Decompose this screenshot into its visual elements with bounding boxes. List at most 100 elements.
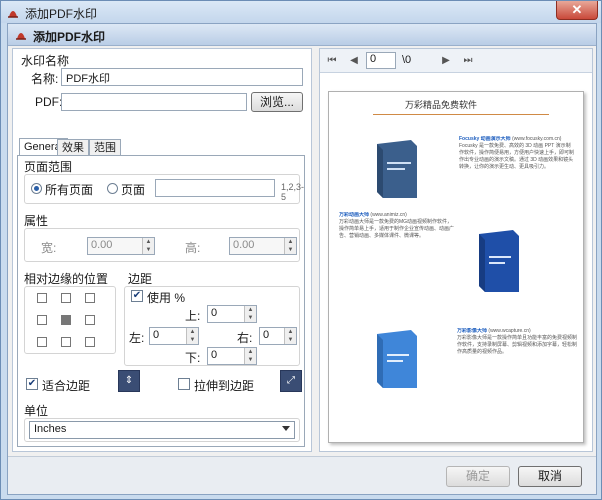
height-label: 高: xyxy=(185,241,201,255)
cancel-button[interactable]: 取消 xyxy=(518,466,582,487)
page-range-group: 所有页面 页面 1,2,3-5 xyxy=(24,174,304,204)
width-value: 0.00 xyxy=(91,239,113,251)
watermark-name-section-title: 水印名称 xyxy=(21,54,70,68)
position-top-left[interactable] xyxy=(37,293,47,303)
margins-title: 边距 xyxy=(128,272,153,286)
ok-button[interactable]: 确定 xyxy=(446,466,510,487)
bottom-margin-label: 下: xyxy=(185,351,201,365)
left-margin-label: 左: xyxy=(129,331,145,345)
fit-margin-checkbox[interactable]: ✔ xyxy=(26,378,38,390)
window-title: 添加PDF水印 xyxy=(25,7,98,21)
product2-block: 万彩动画大师 (www.animiz.cn) 万彩动画大师是一款免费的MG动画视… xyxy=(339,212,457,282)
name-input[interactable]: PDF水印 xyxy=(61,68,303,86)
position-bottom-center[interactable] xyxy=(61,337,71,347)
position-bottom-left[interactable] xyxy=(37,337,47,347)
unit-select[interactable]: Inches xyxy=(29,421,295,439)
unit-title: 单位 xyxy=(24,404,49,418)
animiz-box-image xyxy=(479,230,519,292)
product1-block: Focusky 动画演示大师 (www.focusky.com.cn) Focu… xyxy=(459,136,575,202)
top-margin-spin-buttons[interactable]: ▲ ▼ xyxy=(244,306,256,322)
general-tab-panel: 页面范围 所有页面 页面 1,2,3-5 属性 宽: 0.00 ▲ ▼ 高: 0… xyxy=(17,155,305,447)
tab-range[interactable]: 范围 xyxy=(89,139,121,156)
product2-title: 万彩动画大师 xyxy=(339,212,370,218)
previous-page-icon[interactable]: ◀ xyxy=(348,55,360,67)
fit-margin-icon: ⇕ xyxy=(118,370,140,392)
settings-panel: 水印名称 名称: PDF水印 PDF: 浏览... General 效果 范围 … xyxy=(12,48,312,452)
preview-title-rule xyxy=(373,114,549,115)
product1-url: (www.focusky.com.cn) xyxy=(512,136,562,142)
chevron-down-icon xyxy=(282,426,290,431)
bottom-margin-spinner[interactable]: 0 ▲ ▼ xyxy=(207,347,257,365)
position-bottom-right[interactable] xyxy=(85,337,95,347)
bottom-margin-spin-buttons[interactable]: ▲ ▼ xyxy=(244,348,256,364)
focusky-box-image xyxy=(377,140,417,198)
right-margin-label: 右: xyxy=(237,331,253,345)
product1-title: Focusky 动画演示大师 xyxy=(459,136,511,142)
dialog-header: 添加PDF水印 xyxy=(8,24,596,46)
right-margin-spinner[interactable]: 0 ▲ ▼ xyxy=(259,327,297,345)
product3-text: 万彩影像大师是一款操作简单且功能丰富的免费视频制作软件，支持录制屏幕、剪辑视频和… xyxy=(457,335,577,355)
unit-group: Inches xyxy=(24,418,300,442)
pages-radio[interactable] xyxy=(107,183,118,194)
page-number-input[interactable]: 0 xyxy=(366,52,396,69)
width-label: 宽: xyxy=(41,241,57,255)
product2-text: 万彩动画大师是一款免费的MG动画视频制作软件，操作简单易上手，适用于制作企业宣传… xyxy=(339,219,455,239)
preview-doc-title: 万彩精品免费软件 xyxy=(405,100,478,110)
first-page-icon[interactable]: ⏮ xyxy=(326,55,338,67)
name-label: 名称: xyxy=(31,72,59,86)
product3-block: 万彩影像大师 (www.wcapture.cn) 万彩影像大师是一款操作简单且功… xyxy=(457,328,577,398)
left-margin-spin-buttons[interactable]: ▲ ▼ xyxy=(186,328,198,344)
bottom-margin-value: 0 xyxy=(211,349,218,361)
margins-group: ✔ 使用 % 上: 0 ▲ ▼ 左: 0 ▲ ▼ 右: 0 ▲ ▼ 下: 0 ▲… xyxy=(124,286,300,366)
attributes-title: 属性 xyxy=(24,214,49,228)
pages-hint: 1,2,3-5 xyxy=(281,182,305,202)
page-total: \0 xyxy=(402,54,412,66)
dialog-window: 添加PDF水印 ✕ 添加PDF水印 水印名称 名称: PDF水印 PDF: 浏览… xyxy=(0,0,602,500)
use-percent-checkbox[interactable]: ✔ xyxy=(131,290,143,302)
pdf-label: PDF: xyxy=(35,95,63,109)
close-button[interactable]: ✕ xyxy=(556,1,598,20)
height-spin-buttons[interactable]: ▲ ▼ xyxy=(284,238,296,254)
last-page-icon[interactable]: ⏭ xyxy=(462,55,474,67)
position-top-center[interactable] xyxy=(61,293,71,303)
top-margin-spinner[interactable]: 0 ▲ ▼ xyxy=(207,305,257,323)
next-page-icon[interactable]: ▶ xyxy=(440,55,452,67)
product2-url: (www.animiz.cn) xyxy=(370,212,407,218)
pages-label: 页面 xyxy=(121,183,146,197)
page-range-title: 页面范围 xyxy=(24,160,73,174)
left-margin-value: 0 xyxy=(153,329,160,341)
tab-effect[interactable]: 效果 xyxy=(57,139,89,156)
left-margin-spinner[interactable]: 0 ▲ ▼ xyxy=(149,327,199,345)
dialog-footer: 确定 取消 xyxy=(8,456,596,494)
height-value: 0.00 xyxy=(233,239,255,251)
header-title: 添加PDF水印 xyxy=(33,30,106,44)
wcapture-box-image xyxy=(377,330,417,388)
position-center[interactable] xyxy=(61,315,71,325)
pages-input[interactable] xyxy=(155,179,275,197)
width-spin-buttons[interactable]: ▲ ▼ xyxy=(142,238,154,254)
height-spinner[interactable]: 0.00 ▲ ▼ xyxy=(229,237,297,255)
stretch-margin-checkbox[interactable] xyxy=(178,378,190,390)
position-top-right[interactable] xyxy=(85,293,95,303)
relative-position-group xyxy=(24,286,116,354)
position-middle-left[interactable] xyxy=(37,315,47,325)
attributes-group: 宽: 0.00 ▲ ▼ 高: 0.00 ▲ ▼ xyxy=(24,228,300,262)
pdf-input[interactable] xyxy=(61,93,247,111)
use-percent-label: 使用 % xyxy=(147,291,186,305)
right-margin-spin-buttons[interactable]: ▲ ▼ xyxy=(284,328,296,344)
fit-margin-label: 适合边距 xyxy=(42,379,91,393)
preview-panel: ⏮ ◀ 0 \0 ▶ ⏭ 万彩精品免费软件 Focusky 动画演示大师 (ww… xyxy=(319,48,593,452)
pdf-app-icon xyxy=(8,11,18,18)
unit-value: Inches xyxy=(34,423,67,435)
dialog-content: 添加PDF水印 水印名称 名称: PDF水印 PDF: 浏览... Genera… xyxy=(7,23,597,495)
product3-title: 万彩影像大师 xyxy=(457,328,488,334)
product1-text: Focusky 是一款免费、高效的 3D 动画 PPT 演示制作软件，操作简便易… xyxy=(459,143,575,170)
all-pages-radio[interactable] xyxy=(31,183,42,194)
all-pages-label: 所有页面 xyxy=(45,183,94,197)
browse-button[interactable]: 浏览... xyxy=(251,92,303,112)
width-spinner[interactable]: 0.00 ▲ ▼ xyxy=(87,237,155,255)
stretch-margin-label: 拉伸到边距 xyxy=(194,379,255,393)
pdf-app-icon xyxy=(16,33,26,40)
stretch-margin-icon: ⤢ xyxy=(280,370,302,392)
position-middle-right[interactable] xyxy=(85,315,95,325)
